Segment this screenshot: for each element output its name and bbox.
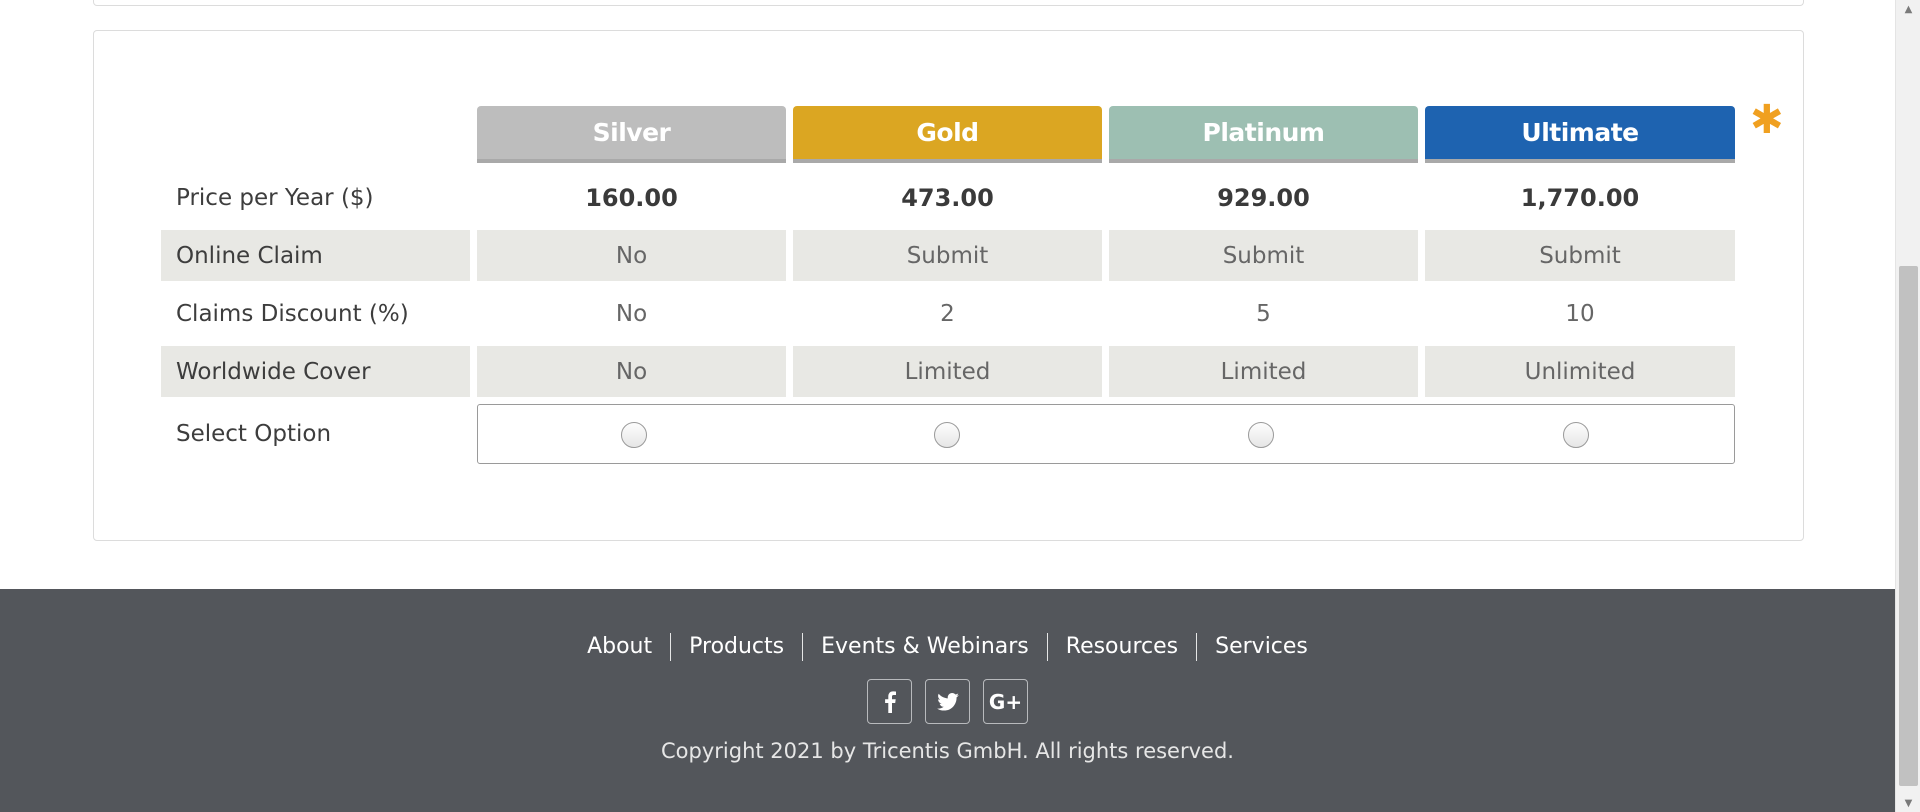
copyright-text: Copyright 2021 by Tricentis GmbH. All ri…: [661, 739, 1234, 763]
footer-link-resources[interactable]: Resources: [1048, 633, 1196, 661]
row-label-select-option: Select Option: [176, 420, 332, 447]
worldwide-cover-ultimate: Unlimited: [1425, 346, 1735, 397]
price-silver: 160.00: [585, 183, 678, 212]
price-platinum: 929.00: [1217, 183, 1310, 212]
footer-divider: [1196, 633, 1198, 661]
worldwide-cover-platinum: Limited: [1109, 346, 1418, 397]
price-gold: 473.00: [901, 183, 994, 212]
online-claim-ultimate: Submit: [1425, 230, 1735, 281]
footer-divider: [1046, 633, 1048, 661]
tier-header-silver: Silver: [477, 106, 786, 163]
footer-link-events-webinars[interactable]: Events & Webinars: [803, 633, 1047, 661]
asterisk-icon: ✱: [1750, 97, 1784, 143]
twitter-icon[interactable]: [925, 679, 970, 724]
tier-header-gold: Gold: [793, 106, 1102, 163]
radio-platinum[interactable]: [1248, 422, 1274, 448]
row-label-worldwide-cover: Worldwide Cover: [161, 346, 470, 397]
claims-discount-platinum: 5: [1256, 300, 1271, 327]
claims-discount-gold: 2: [940, 300, 955, 327]
facebook-icon[interactable]: [867, 679, 912, 724]
footer-nav: About Products Events & Webinars Resourc…: [0, 633, 1895, 661]
footer-link-services[interactable]: Services: [1197, 633, 1326, 661]
row-label-claims-discount: Claims Discount (%): [176, 300, 409, 327]
social-links: G+: [0, 679, 1895, 724]
online-claim-silver: No: [477, 230, 786, 281]
footer-link-products[interactable]: Products: [671, 633, 802, 661]
claims-discount-ultimate: 10: [1565, 300, 1595, 327]
worldwide-cover-gold: Limited: [793, 346, 1102, 397]
online-claim-platinum: Submit: [1109, 230, 1418, 281]
footer-link-about[interactable]: About: [569, 633, 670, 661]
scroll-down-arrow-icon[interactable]: ▼: [1896, 794, 1920, 812]
radio-silver[interactable]: [621, 422, 647, 448]
scroll-up-arrow-icon[interactable]: ▲: [1896, 0, 1920, 18]
row-label-price: Price per Year ($): [176, 184, 374, 211]
footer-divider: [802, 633, 804, 661]
google-plus-icon[interactable]: G+: [983, 679, 1028, 724]
page-viewport: Silver Gold Platinum Ultimate ✱ Price pe…: [0, 0, 1895, 812]
vertical-scrollbar[interactable]: ▲ ▼: [1895, 0, 1920, 812]
price-ultimate: 1,770.00: [1520, 183, 1640, 212]
previous-panel: [93, 0, 1804, 6]
scrollbar-thumb[interactable]: [1899, 266, 1918, 786]
tier-header-platinum: Platinum: [1109, 106, 1418, 163]
radio-ultimate[interactable]: [1563, 422, 1589, 448]
claims-discount-silver: No: [615, 300, 648, 327]
footer: About Products Events & Webinars Resourc…: [0, 589, 1895, 812]
worldwide-cover-silver: No: [477, 346, 786, 397]
tier-header-ultimate: Ultimate: [1425, 106, 1735, 163]
select-option-group: [477, 404, 1735, 464]
radio-gold[interactable]: [934, 422, 960, 448]
footer-divider: [670, 633, 672, 661]
row-label-online-claim: Online Claim: [161, 230, 470, 281]
online-claim-gold: Submit: [793, 230, 1102, 281]
